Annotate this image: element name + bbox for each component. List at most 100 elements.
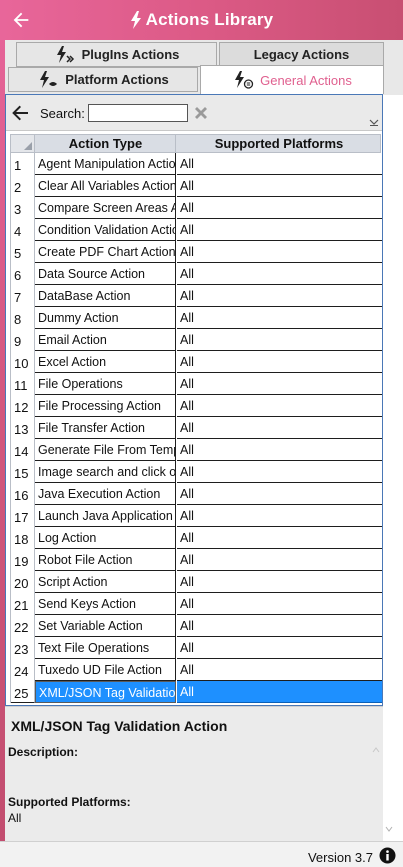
- cell-supported-platforms[interactable]: All: [177, 219, 382, 241]
- table-row[interactable]: 6 Data Source Action All: [10, 263, 382, 285]
- column-header-supported-platforms[interactable]: Supported Platforms: [177, 135, 381, 152]
- cell-supported-platforms[interactable]: All: [177, 285, 382, 307]
- table-row[interactable]: 7 DataBase Action All: [10, 285, 382, 307]
- cell-supported-platforms[interactable]: All: [177, 329, 382, 351]
- row-number: 2: [11, 175, 35, 197]
- platform-lightning-icon: [40, 70, 58, 88]
- chevron-down-icon[interactable]: [369, 117, 379, 127]
- cell-supported-platforms[interactable]: All: [177, 505, 382, 527]
- cell-action-type[interactable]: Text File Operations: [35, 637, 176, 659]
- chevron-up-icon[interactable]: [372, 747, 380, 753]
- cell-action-type[interactable]: Log Action: [35, 527, 176, 549]
- cell-action-type[interactable]: Generate File From Template: [35, 439, 176, 461]
- cell-supported-platforms[interactable]: All: [177, 659, 382, 681]
- cell-action-type[interactable]: Image search and click or: [35, 461, 176, 483]
- table-row[interactable]: 9 Email Action All: [10, 329, 382, 351]
- tab-plugins-actions[interactable]: PlugIns Actions: [16, 42, 217, 67]
- cell-action-type[interactable]: Dummy Action: [35, 307, 176, 329]
- row-number: 4: [11, 219, 35, 241]
- status-bar: Version 3.7: [0, 841, 403, 867]
- table-row[interactable]: 18 Log Action All: [10, 527, 382, 549]
- row-number: 12: [11, 395, 35, 417]
- cell-supported-platforms[interactable]: All: [177, 637, 382, 659]
- table-row[interactable]: 14Generate File From TemplateAll: [10, 439, 382, 461]
- cell-action-type[interactable]: Excel Action: [35, 351, 176, 373]
- column-header-action-type[interactable]: Action Type: [36, 135, 176, 152]
- select-all-corner[interactable]: [11, 135, 35, 152]
- table-row[interactable]: 11 File Operations All: [10, 373, 382, 395]
- table-row[interactable]: 3Compare Screen Areas ActionAll: [10, 197, 382, 219]
- cell-action-type[interactable]: Condition Validation Action: [35, 219, 176, 241]
- cell-action-type[interactable]: Compare Screen Areas Action: [35, 197, 176, 219]
- cell-action-type[interactable]: Agent Manipulation Action: [35, 153, 176, 175]
- back-arrow-icon[interactable]: [11, 105, 29, 121]
- cell-supported-platforms[interactable]: All: [177, 593, 382, 615]
- cell-supported-platforms[interactable]: All: [177, 681, 382, 703]
- table-row[interactable]: 1 Agent Manipulation Action All: [10, 153, 382, 175]
- cell-supported-platforms[interactable]: All: [177, 241, 382, 263]
- cell-supported-platforms[interactable]: All: [177, 527, 382, 549]
- row-number: 21: [11, 593, 35, 615]
- search-input[interactable]: [88, 104, 188, 122]
- cell-supported-platforms[interactable]: All: [177, 615, 382, 637]
- cell-supported-platforms[interactable]: All: [177, 197, 382, 219]
- cell-supported-platforms[interactable]: All: [177, 263, 382, 285]
- table-row[interactable]: 12 File Processing Action All: [10, 395, 382, 417]
- cell-action-type[interactable]: DataBase Action: [35, 285, 176, 307]
- cell-supported-platforms[interactable]: All: [177, 417, 382, 439]
- cell-supported-platforms[interactable]: All: [177, 373, 382, 395]
- cell-action-type[interactable]: Launch Java Application: [35, 505, 176, 527]
- cell-action-type[interactable]: File Processing Action: [35, 395, 176, 417]
- tab-platform-actions[interactable]: Platform Actions: [8, 67, 198, 92]
- cell-supported-platforms[interactable]: All: [177, 439, 382, 461]
- cell-supported-platforms[interactable]: All: [177, 549, 382, 571]
- table-row[interactable]: 10 Excel Action All: [10, 351, 382, 373]
- cell-supported-platforms[interactable]: All: [177, 351, 382, 373]
- cell-supported-platforms[interactable]: All: [177, 395, 382, 417]
- cell-supported-platforms[interactable]: All: [177, 571, 382, 593]
- cell-action-type[interactable]: Email Action: [35, 329, 176, 351]
- clear-x-icon[interactable]: [193, 105, 209, 121]
- info-icon[interactable]: [379, 847, 396, 864]
- table-row[interactable]: 24 Tuxedo UD File Action All: [10, 659, 382, 681]
- table-row[interactable]: 15 Image search and click or All: [10, 461, 382, 483]
- row-number: 17: [11, 505, 35, 527]
- cell-action-type[interactable]: Data Source Action: [35, 263, 176, 285]
- table-row[interactable]: 22 Set Variable Action All: [10, 615, 382, 637]
- table-row[interactable]: 4 Condition Validation Action All: [10, 219, 382, 241]
- cell-action-type[interactable]: File Operations: [35, 373, 176, 395]
- cell-supported-platforms[interactable]: All: [177, 153, 382, 175]
- cell-action-type[interactable]: Clear All Variables Action: [35, 175, 176, 197]
- table-row[interactable]: 8 Dummy Action All: [10, 307, 382, 329]
- table-row[interactable]: 21 Send Keys Action All: [10, 593, 382, 615]
- cell-action-type[interactable]: Create PDF Chart Action: [35, 241, 176, 263]
- tab-legacy-actions[interactable]: Legacy Actions: [219, 42, 384, 67]
- cell-action-type[interactable]: Script Action: [35, 571, 176, 593]
- lightning-bolt-icon: [130, 11, 141, 29]
- cell-action-type[interactable]: Robot File Action: [35, 549, 176, 571]
- cell-action-type[interactable]: Send Keys Action: [35, 593, 176, 615]
- table-row[interactable]: 17 Launch Java Application All: [10, 505, 382, 527]
- table-row[interactable]: 20 Script Action All: [10, 571, 382, 593]
- cell-action-type[interactable]: Set Variable Action: [35, 615, 176, 637]
- row-number: 1: [11, 153, 35, 175]
- cell-action-type[interactable]: File Transfer Action: [35, 417, 176, 439]
- cell-supported-platforms[interactable]: All: [177, 307, 382, 329]
- cell-action-type[interactable]: XML/JSON Tag Validation: [35, 681, 176, 703]
- table-row[interactable]: 23 Text File Operations All: [10, 637, 382, 659]
- table-row[interactable]: 25 XML/JSON Tag Validation All: [10, 681, 382, 703]
- chevron-down-icon[interactable]: [385, 826, 393, 832]
- tab-general-actions[interactable]: General Actions: [200, 65, 384, 94]
- table-row[interactable]: 19 Robot File Action All: [10, 549, 382, 571]
- table-row[interactable]: 2 Clear All Variables Action All: [10, 175, 382, 197]
- cell-action-type[interactable]: Java Execution Action: [35, 483, 176, 505]
- table-row[interactable]: 13 File Transfer Action All: [10, 417, 382, 439]
- table-row[interactable]: 16 Java Execution Action All: [10, 483, 382, 505]
- row-number: 13: [11, 417, 35, 439]
- cell-action-type[interactable]: Tuxedo UD File Action: [35, 659, 176, 681]
- cell-supported-platforms[interactable]: All: [177, 461, 382, 483]
- table-row[interactable]: 5 Create PDF Chart Action All: [10, 241, 382, 263]
- cell-supported-platforms[interactable]: All: [177, 483, 382, 505]
- search-label: Search:: [40, 106, 85, 121]
- cell-supported-platforms[interactable]: All: [177, 175, 382, 197]
